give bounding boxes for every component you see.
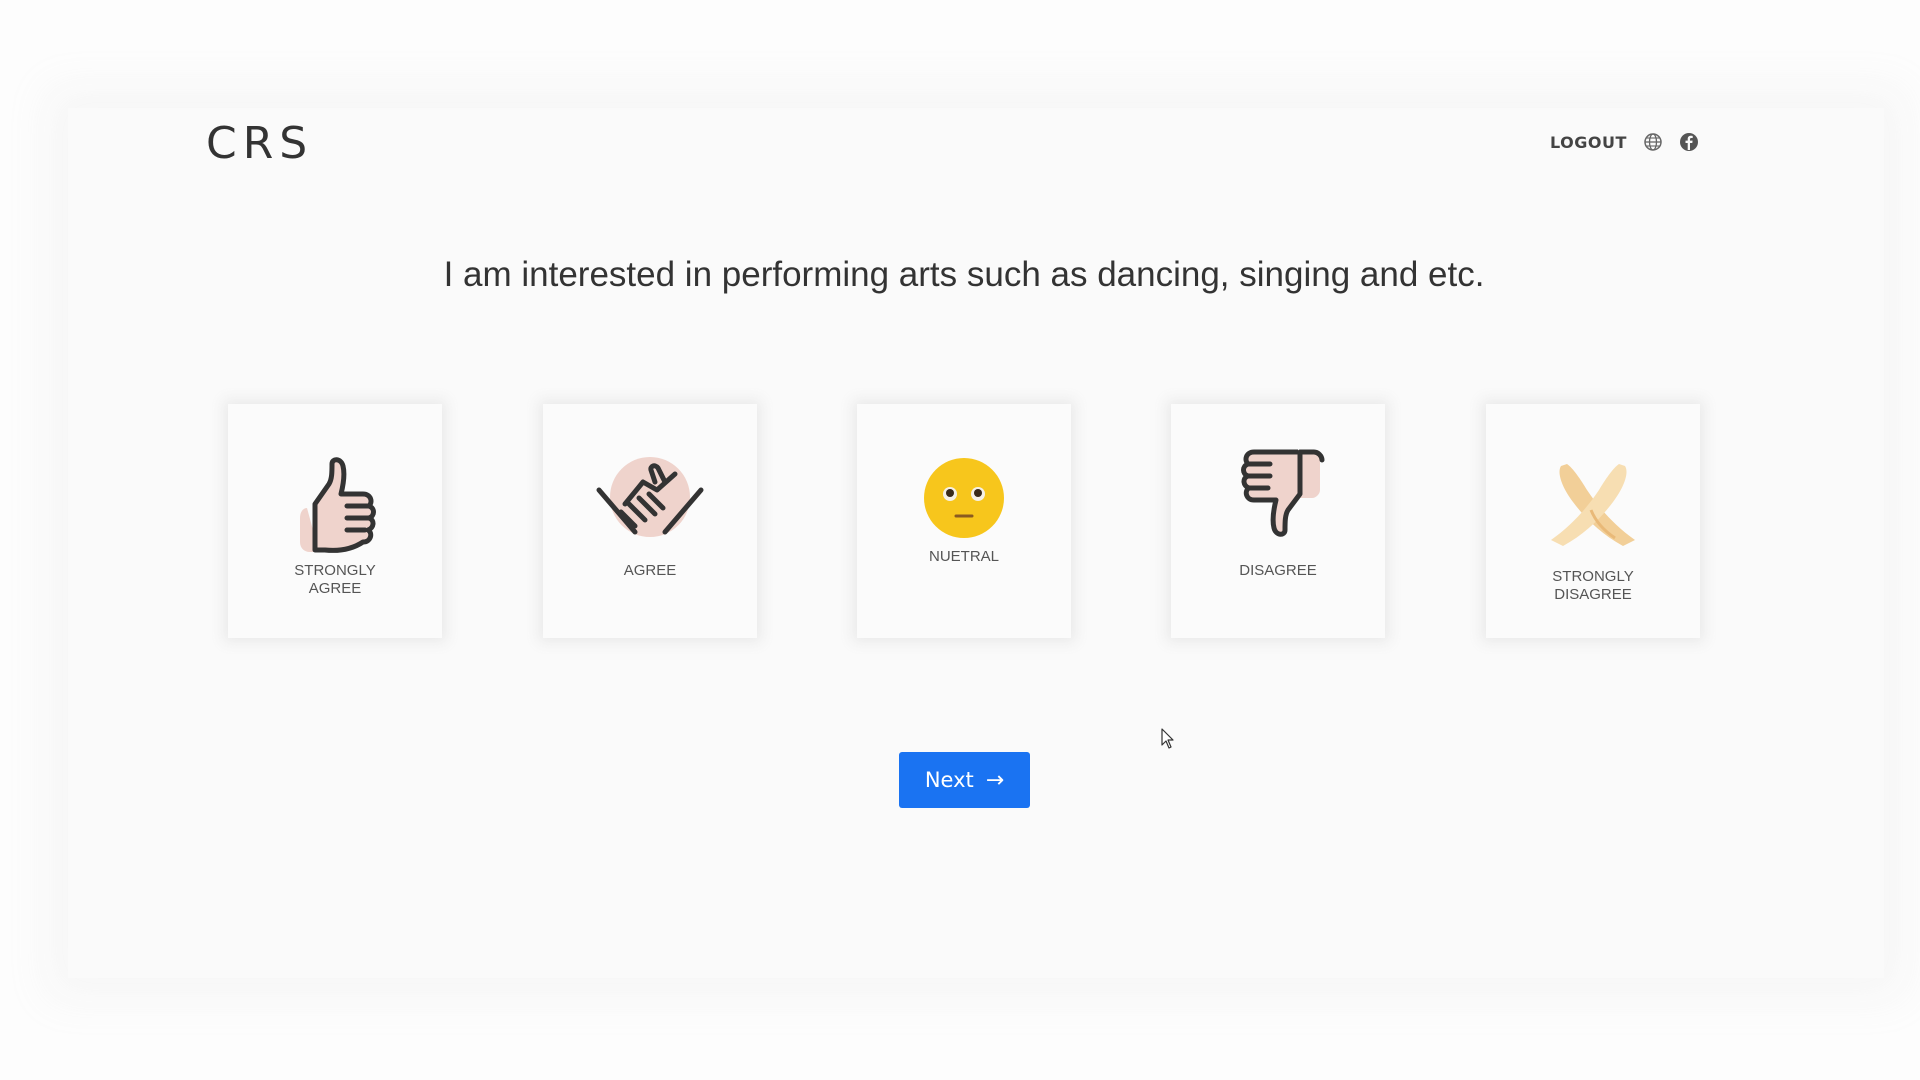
option-label-line1: NUETRAL	[928, 548, 999, 565]
arrow-right-icon: →	[985, 767, 1005, 793]
option-label: STRONGLY DISAGREE	[1486, 568, 1700, 604]
header-nav: LOGOUT	[1550, 132, 1699, 152]
facebook-icon[interactable]	[1679, 132, 1699, 152]
option-disagree[interactable]: DISAGREE	[1171, 404, 1385, 638]
option-label-line2: DISAGREE	[1554, 586, 1632, 603]
next-button[interactable]: Next →	[899, 752, 1030, 808]
neutral-face-icon	[924, 458, 1004, 538]
next-button-label: Next	[924, 768, 974, 792]
mouse-cursor-icon	[1161, 728, 1174, 749]
option-label-line1: STRONGLY	[1552, 568, 1634, 585]
option-neutral[interactable]: NUETRAL	[857, 404, 1071, 638]
option-label-line2: AGREE	[308, 580, 362, 597]
thumbs-up-icon	[300, 457, 376, 553]
option-agree[interactable]: AGREE	[543, 404, 757, 638]
handshake-icon	[596, 457, 704, 537]
option-label-line1: STRONGLY	[294, 562, 376, 579]
option-label: AGREE	[543, 562, 757, 580]
answer-options: STRONGLY AGREE AGREE NUETRAL DISAGREE ST…	[0, 404, 1920, 644]
survey-page: CRS LOGOUT I am interested in performing…	[0, 0, 1920, 1080]
option-strongly-disagree[interactable]: STRONGLY DISAGREE	[1486, 404, 1700, 638]
logout-link[interactable]: LOGOUT	[1550, 133, 1627, 152]
option-strongly-agree[interactable]: STRONGLY AGREE	[228, 404, 442, 638]
option-label: DISAGREE	[1171, 562, 1385, 580]
option-label: STRONGLY AGREE	[228, 562, 442, 598]
brand-logo[interactable]: CRS	[206, 118, 313, 169]
option-label: NUETRAL	[857, 548, 1071, 566]
globe-icon[interactable]	[1643, 132, 1663, 152]
option-label-line1: DISAGREE	[1239, 562, 1317, 579]
thumbs-down-icon	[1241, 449, 1325, 537]
crossed-hands-icon	[1551, 464, 1635, 546]
question-text: I am interested in performing arts such …	[443, 255, 1485, 294]
option-label-line1: AGREE	[623, 562, 677, 579]
